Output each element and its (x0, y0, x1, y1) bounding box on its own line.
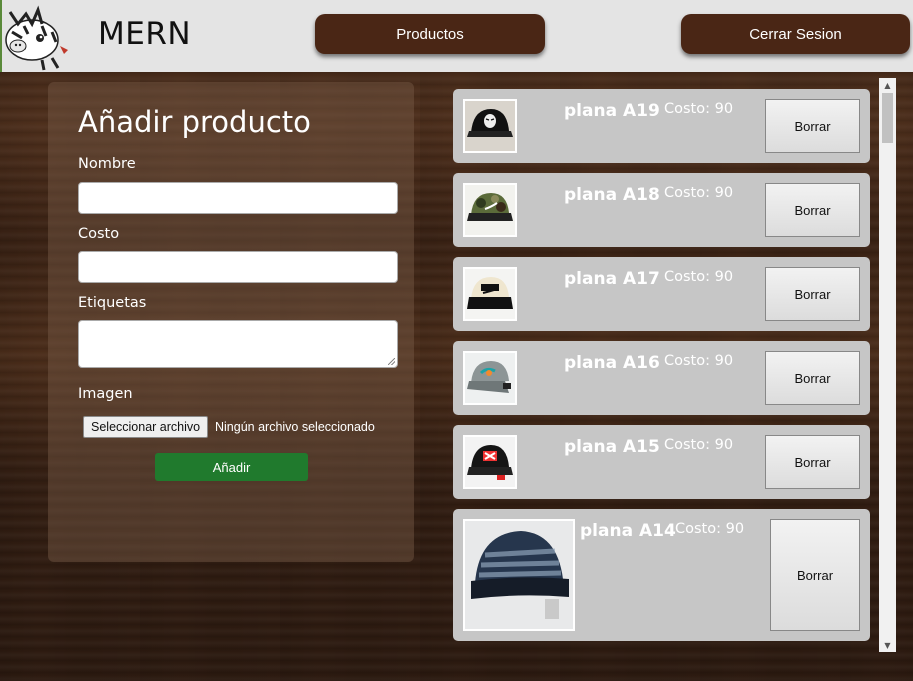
delete-button[interactable]: Borrar (765, 99, 860, 153)
delete-button[interactable]: Borrar (765, 183, 860, 237)
product-cost: Costo: 90 (664, 353, 734, 369)
navbar: MERN Productos Cerrar Sesion (0, 0, 913, 72)
product-cost: Costo: 90 (664, 185, 734, 201)
product-name: plana A19 (564, 101, 660, 121)
scroll-down-icon[interactable]: ▼ (879, 638, 896, 652)
file-select-button[interactable]: Seleccionar archivo (83, 416, 209, 438)
file-status-text: Ningún archivo seleccionado (215, 420, 375, 434)
cap-cream-black-icon (463, 267, 517, 321)
delete-button[interactable]: Borrar (765, 435, 860, 489)
cap-black-red-icon (463, 435, 517, 489)
name-label: Nombre (78, 156, 136, 172)
product-card: plana A14 Costo: 90 Borrar (453, 509, 870, 641)
scrollbar[interactable]: ▲ ▼ (879, 78, 896, 652)
tags-textarea[interactable] (78, 320, 398, 368)
product-cost: Costo: 90 (664, 101, 734, 117)
product-name: plana A18 (564, 185, 660, 205)
product-card: plana A16 Costo: 90 Borrar (453, 341, 870, 415)
product-name: plana A15 (564, 437, 660, 457)
product-list: plana A19 Costo: 90 Borrar plana A18 Cos… (453, 89, 870, 649)
cap-navy-print-icon (463, 519, 575, 631)
product-card: plana A15 Costo: 90 Borrar (453, 425, 870, 499)
scroll-up-icon[interactable]: ▲ (879, 78, 896, 92)
add-product-button[interactable]: Añadir (155, 453, 308, 481)
cost-label: Costo (78, 226, 120, 242)
product-card: plana A17 Costo: 90 Borrar (453, 257, 870, 331)
product-cost: Costo: 90 (675, 521, 745, 537)
delete-button[interactable]: Borrar (770, 519, 860, 631)
product-card: plana A18 Costo: 90 Borrar (453, 173, 870, 247)
add-product-form: Añadir producto Nombre Costo Etiquetas I… (48, 82, 414, 562)
tags-label: Etiquetas (78, 295, 147, 311)
brand-title: MERN (98, 16, 192, 52)
product-name: plana A17 (564, 269, 660, 289)
product-cost: Costo: 90 (664, 269, 734, 285)
delete-button[interactable]: Borrar (765, 267, 860, 321)
scroll-thumb[interactable] (882, 93, 893, 143)
cap-grey-icon (463, 351, 517, 405)
cost-input[interactable] (78, 251, 398, 283)
zebra-logo-icon[interactable] (2, 2, 72, 72)
products-nav-button[interactable]: Productos (315, 14, 545, 54)
delete-button[interactable]: Borrar (765, 351, 860, 405)
cap-camo-icon (463, 183, 517, 237)
name-input[interactable] (78, 182, 398, 214)
product-cost: Costo: 90 (664, 437, 734, 453)
form-title: Añadir producto (78, 105, 311, 139)
product-name: plana A16 (564, 353, 660, 373)
product-card: plana A19 Costo: 90 Borrar (453, 89, 870, 163)
image-label: Imagen (78, 386, 133, 402)
cap-black-mask-icon (463, 99, 517, 153)
logout-button[interactable]: Cerrar Sesion (681, 14, 910, 54)
product-name: plana A14 (580, 521, 676, 541)
